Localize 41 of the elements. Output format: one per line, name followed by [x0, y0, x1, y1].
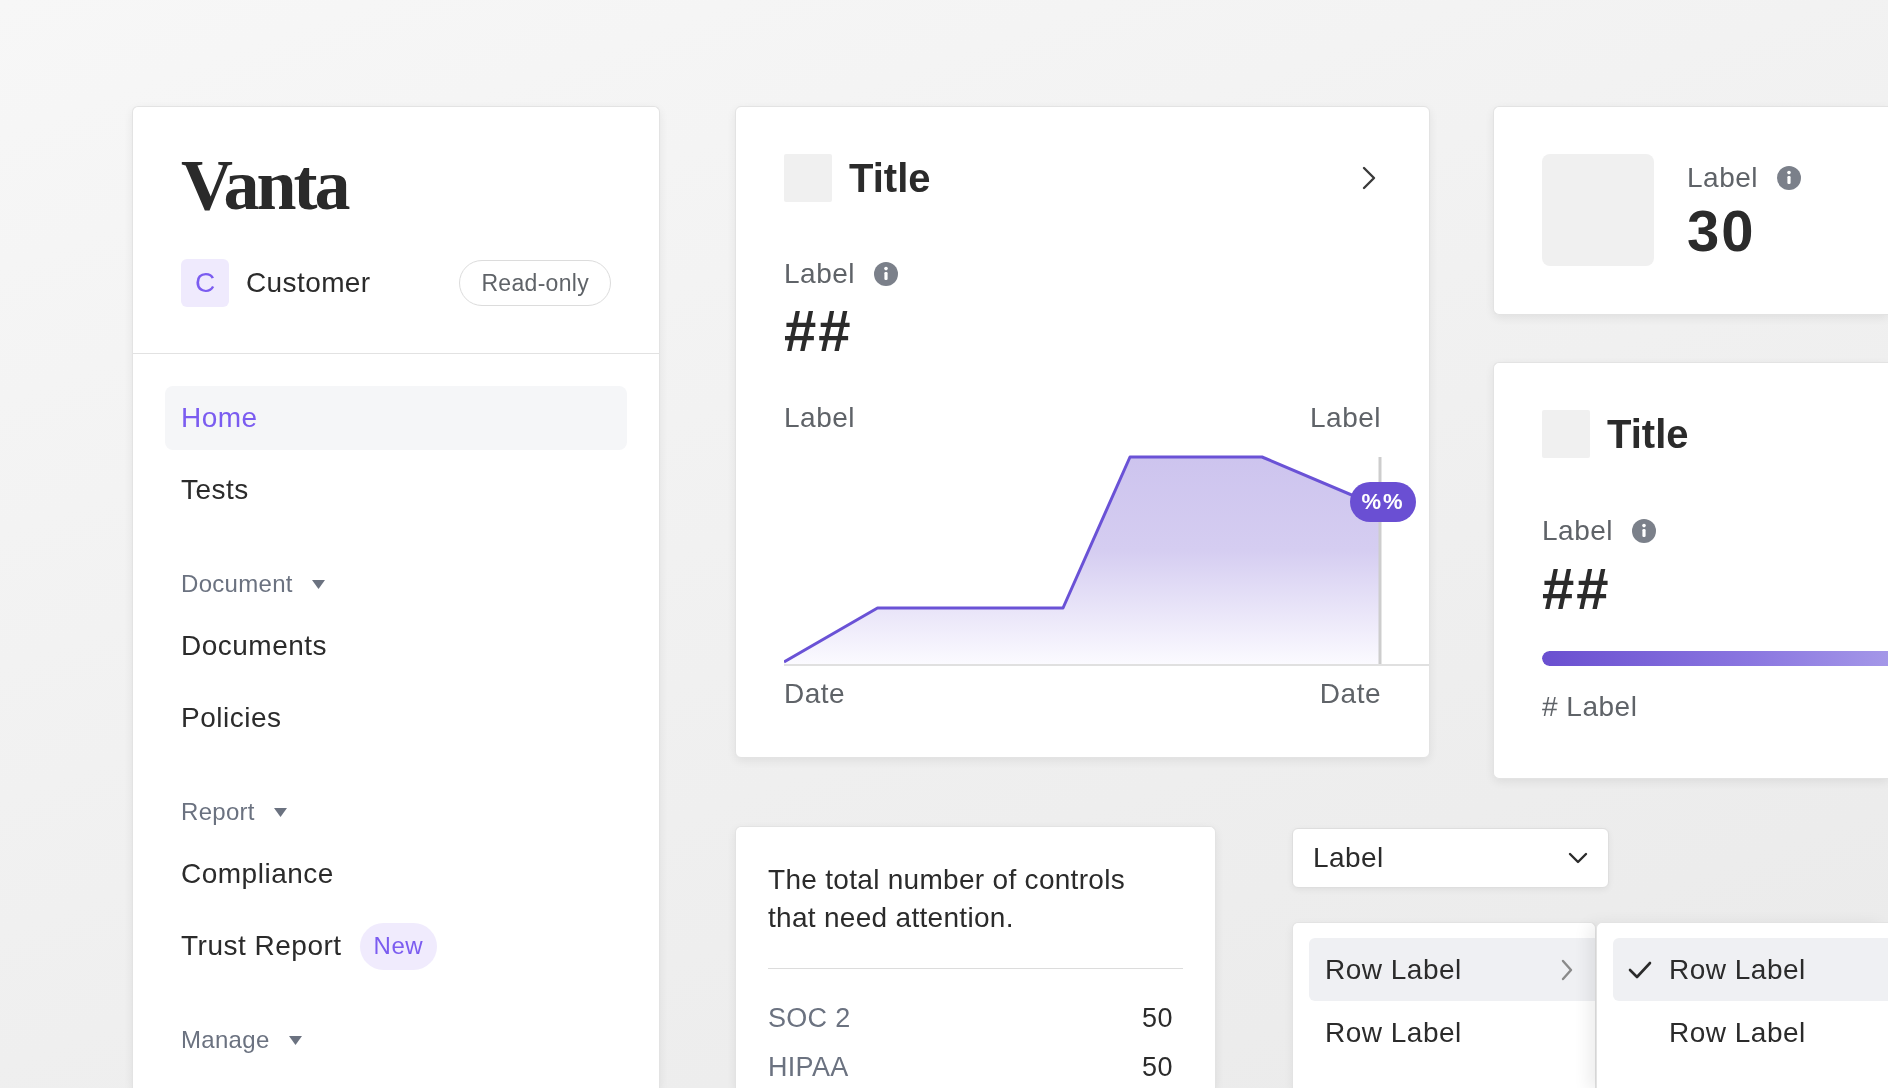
- nav-item[interactable]: Home: [165, 386, 627, 450]
- workspace-name: Customer: [246, 267, 371, 299]
- progress-caption: # Label: [1542, 692, 1638, 722]
- chart-label: Label: [784, 403, 855, 433]
- chevron-right-icon: [1561, 958, 1573, 981]
- description-text: The total number of controls that need attention.: [768, 863, 1127, 935]
- new-badge: New: [359, 922, 438, 970]
- info-icon[interactable]: [874, 262, 898, 286]
- metric-value: 30: [1687, 202, 1756, 260]
- select-dropdown[interactable]: Label: [1292, 828, 1609, 888]
- nav-item[interactable]: Tests: [165, 458, 627, 522]
- menu-item[interactable]: Row Label: [1309, 938, 1595, 1001]
- nav-item[interactable]: Compliance: [165, 842, 627, 906]
- chevron-right-icon[interactable]: [1362, 166, 1376, 190]
- section-header[interactable]: Document: [181, 569, 325, 599]
- menu-item[interactable]: Row Label: [1613, 938, 1888, 1001]
- section-header[interactable]: Manage: [181, 1025, 302, 1055]
- metric-value: ##: [1542, 560, 1611, 618]
- framework-name: SOC 2: [768, 1002, 851, 1035]
- chevron-down-icon: [1568, 852, 1588, 864]
- date-label: Date: [1319, 679, 1381, 709]
- metric-label: Label: [1542, 516, 1613, 546]
- workspace-avatar: C: [181, 259, 229, 307]
- metric-label: Label: [784, 259, 855, 289]
- count-value: 50: [1141, 1002, 1173, 1035]
- framework-name: HIPAA: [768, 1051, 849, 1084]
- info-icon[interactable]: [1777, 166, 1801, 190]
- metric-label: Label: [1687, 163, 1758, 193]
- section-header[interactable]: Report: [181, 797, 287, 827]
- logo: Vanta: [181, 149, 348, 221]
- percentage-badge: %%: [1350, 482, 1416, 522]
- metric-value: ##: [784, 302, 853, 360]
- nav-item[interactable]: Trust Report New: [165, 914, 627, 978]
- count-value: 50: [1141, 1051, 1173, 1084]
- date-label: Date: [784, 679, 846, 709]
- nav-item[interactable]: Policies: [165, 686, 627, 750]
- chart-label: Label: [1310, 403, 1381, 433]
- card-title: Title: [849, 155, 931, 202]
- card-title: Title: [1607, 411, 1689, 458]
- nav-item[interactable]: Documents: [165, 614, 627, 678]
- info-icon[interactable]: [1632, 519, 1656, 543]
